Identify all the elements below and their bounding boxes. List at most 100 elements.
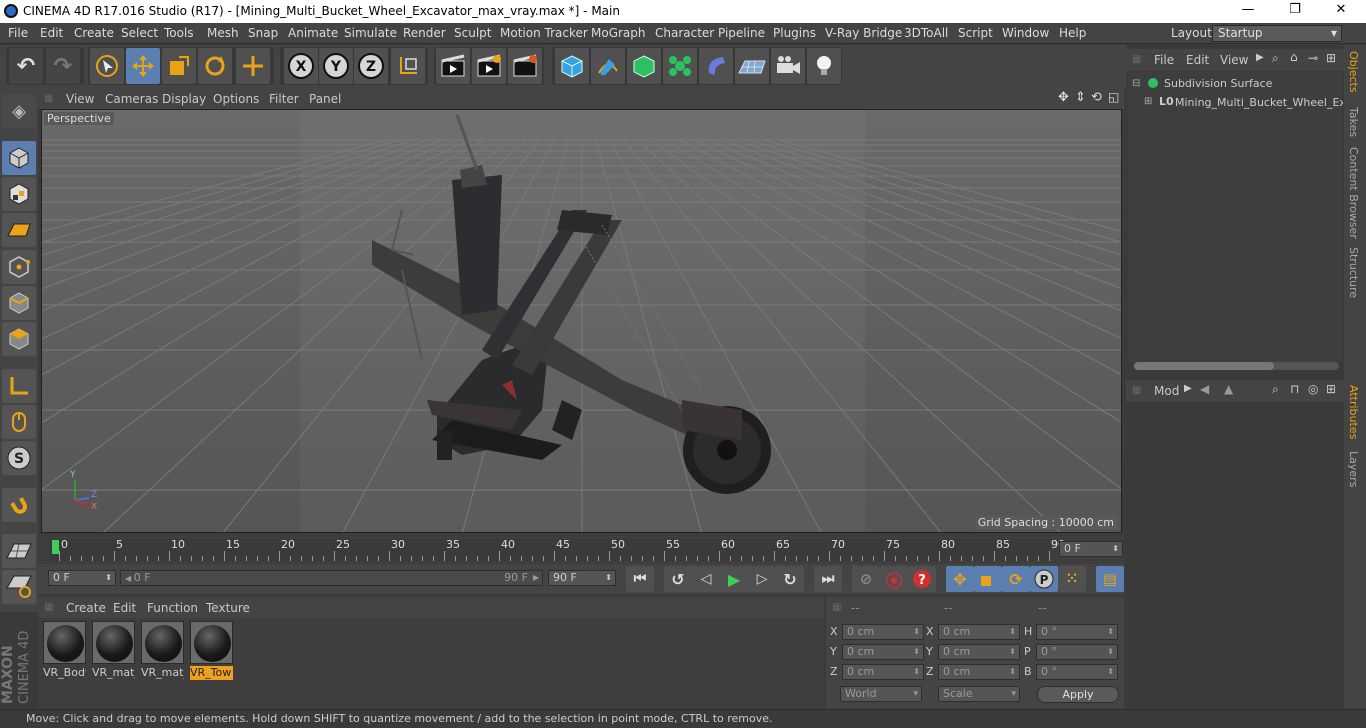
horizontal-scrollbar[interactable] — [1134, 362, 1339, 370]
frame-range-slider[interactable]: ◀ 0 F 90 F ▶ — [120, 570, 543, 586]
key-parameter-button[interactable]: P — [1030, 566, 1058, 592]
workplane-mode-button[interactable] — [2, 213, 36, 247]
play-button[interactable]: ▶ — [720, 566, 748, 592]
tab-layers[interactable]: Layers — [1347, 451, 1360, 487]
coordinate-system-select[interactable]: World ▾ — [840, 686, 922, 702]
goto-start-button[interactable]: ⏮ — [626, 566, 654, 592]
add-deformer-button[interactable] — [699, 48, 733, 84]
viewport-zoom-icon[interactable]: ⇕ — [1075, 90, 1086, 105]
record-keys-button[interactable]: ⊘ — [852, 566, 880, 592]
viewport-menu-cameras[interactable]: Cameras — [105, 92, 158, 106]
locked-workplane-button[interactable] — [2, 570, 36, 604]
coord-field[interactable]: 0 ° ⬍ — [1036, 664, 1118, 680]
menu-script[interactable]: Script — [958, 26, 993, 40]
texture-mode-button[interactable] — [2, 177, 36, 211]
points-mode-button[interactable] — [2, 250, 36, 284]
menu-simulate[interactable]: Simulate — [344, 26, 397, 40]
next-key-button[interactable]: ↻ — [776, 566, 804, 592]
goto-end-button[interactable]: ⏭ — [814, 566, 842, 592]
viewport-menu-display[interactable]: Display — [162, 92, 206, 106]
snap-button[interactable] — [2, 488, 36, 522]
arrow-right-icon[interactable]: ▶ — [1256, 52, 1264, 63]
menu-animate[interactable]: Animate — [288, 26, 338, 40]
object-subdivision-surface[interactable]: Subdivision Surface — [1164, 77, 1272, 90]
menu-edit[interactable]: Edit — [40, 26, 63, 40]
apply-button[interactable]: Apply — [1037, 686, 1119, 703]
coord-field[interactable]: 0 cm ⬍ — [938, 624, 1020, 640]
start-frame-field[interactable]: 0 F ⬍ — [48, 570, 116, 586]
render-settings-button[interactable] — [508, 48, 542, 84]
make-editable-button[interactable]: ◈ — [2, 94, 36, 128]
menu-help[interactable]: Help — [1059, 26, 1086, 40]
add-array-button[interactable] — [663, 48, 697, 84]
key-pla-button[interactable]: ⁙ — [1058, 566, 1086, 592]
menu-vray-bridge[interactable]: V-Ray Bridge — [825, 26, 902, 40]
autokey-button[interactable]: ⦿ — [880, 566, 908, 592]
menu-3dtoall[interactable]: 3DToAll — [904, 26, 948, 40]
material-swatch[interactable]: VR_mat_ — [140, 621, 185, 679]
recent-tools-button[interactable] — [236, 48, 270, 84]
tree-expand-icon[interactable]: ⊟ — [1132, 78, 1140, 89]
material-swatch[interactable]: VR_mat_ — [91, 621, 136, 679]
back-arrow-icon[interactable]: ◀ — [1200, 382, 1209, 396]
material-menu-create[interactable]: Create — [66, 601, 106, 615]
tab-takes[interactable]: Takes — [1347, 107, 1360, 137]
menu-sculpt[interactable]: Sculpt — [454, 26, 491, 40]
home-icon[interactable]: ⌂ — [1290, 50, 1298, 64]
current-frame-field[interactable]: 0 F ⬍ — [1059, 541, 1123, 557]
soft-selection-button[interactable]: S — [2, 441, 36, 475]
end-frame-field[interactable]: 90 F ⬍ — [548, 570, 616, 586]
render-view-button[interactable] — [436, 48, 470, 84]
workplane-button[interactable] — [2, 534, 36, 568]
material-swatch[interactable]: VR_Tow — [189, 621, 234, 680]
redo-button[interactable]: ↷ — [46, 48, 80, 84]
target-icon[interactable]: ◎ — [1308, 382, 1318, 396]
polygons-mode-button[interactable] — [2, 322, 36, 356]
z-axis-lock-button[interactable]: Z — [354, 48, 388, 84]
add-camera-button[interactable] — [771, 48, 805, 84]
live-selection-button[interactable] — [90, 48, 124, 84]
object-excavator[interactable]: Mining_Multi_Bucket_Wheel_Exc — [1175, 96, 1343, 109]
arrow-right-icon[interactable]: ▶ — [1184, 383, 1192, 394]
axis-mode-button[interactable] — [2, 369, 36, 403]
render-picture-viewer-button[interactable] — [472, 48, 506, 84]
menu-plugins[interactable]: Plugins — [773, 26, 816, 40]
menu-snap[interactable]: Snap — [248, 26, 278, 40]
menu-create[interactable]: Create — [74, 26, 114, 40]
material-swatch[interactable]: VR_Body — [42, 621, 87, 679]
attributes-menu-mode[interactable]: Mod — [1154, 384, 1179, 398]
scale-button[interactable] — [162, 48, 196, 84]
tab-attributes[interactable]: Attributes — [1347, 385, 1360, 439]
viewport-rotate-icon[interactable]: ⟲ — [1091, 90, 1102, 105]
key-scale-button[interactable] — [974, 566, 1002, 592]
edges-mode-button[interactable] — [2, 286, 36, 320]
menu-file[interactable]: File — [8, 26, 28, 40]
lock-icon[interactable]: ⊓ — [1290, 382, 1299, 396]
coord-field[interactable]: 0 ° ⬍ — [1036, 624, 1118, 640]
y-axis-lock-button[interactable]: Y — [319, 48, 353, 84]
menu-motion-tracker[interactable]: Motion Tracker — [500, 26, 588, 40]
new-panel-icon[interactable]: ⊞ — [1326, 51, 1336, 65]
new-panel-icon[interactable]: ⊞ — [1326, 382, 1336, 396]
objects-menu-view[interactable]: View — [1220, 53, 1248, 67]
rotate-button[interactable] — [198, 48, 232, 84]
menu-render[interactable]: Render — [403, 26, 446, 40]
coord-field[interactable]: 0 cm ⬍ — [842, 624, 924, 640]
link-icon[interactable]: ⊸ — [1308, 51, 1318, 65]
material-menu-texture[interactable]: Texture — [206, 601, 250, 615]
viewport-menu-options[interactable]: Options — [213, 92, 259, 106]
menu-mograph[interactable]: MoGraph — [591, 26, 646, 40]
keyframe-selection-button[interactable]: ? — [908, 566, 936, 592]
model-mode-button[interactable] — [2, 141, 36, 175]
viewport-maximize-icon[interactable]: ◱ — [1108, 90, 1119, 104]
timeline-window-button[interactable]: ▤ — [1096, 566, 1124, 592]
maximize-button[interactable]: ❐ — [1275, 2, 1315, 20]
add-spline-button[interactable] — [591, 48, 625, 84]
undo-button[interactable]: ↶ — [9, 48, 43, 84]
add-floor-button[interactable] — [735, 48, 769, 84]
tab-structure[interactable]: Structure — [1347, 247, 1360, 298]
menu-character[interactable]: Character — [655, 26, 714, 40]
viewport-menu-filter[interactable]: Filter — [269, 92, 299, 106]
tweak-mode-button[interactable] — [2, 405, 36, 439]
close-button[interactable]: ✕ — [1321, 2, 1361, 20]
